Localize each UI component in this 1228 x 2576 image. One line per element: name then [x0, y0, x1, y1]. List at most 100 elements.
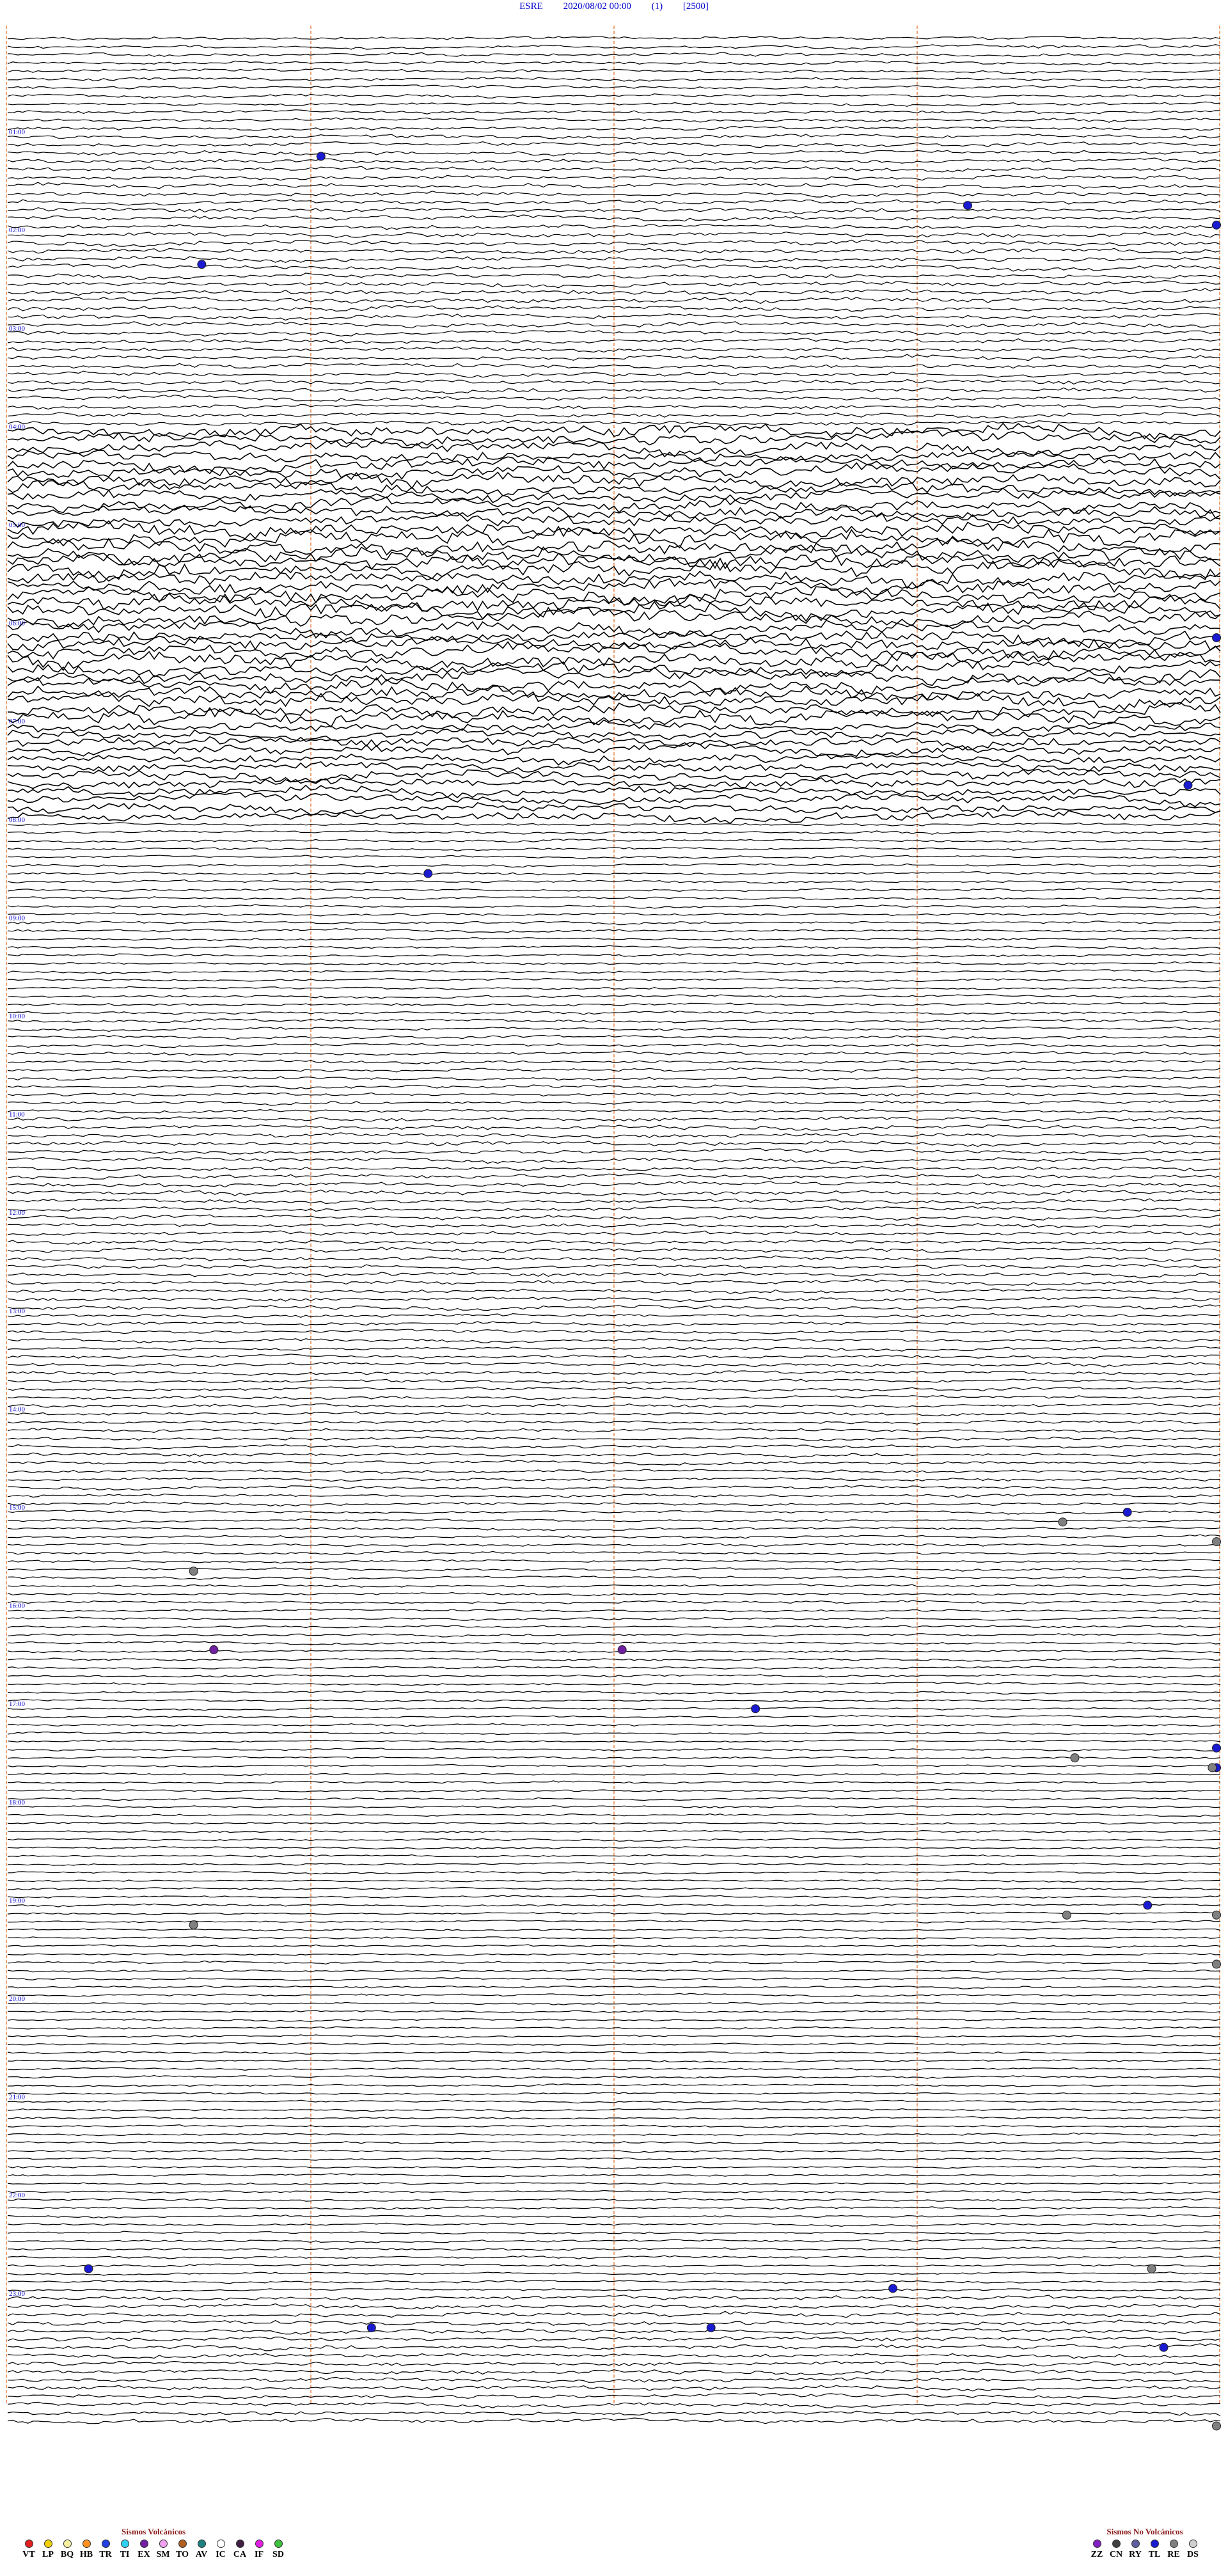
legend-item-cn: CN: [1106, 2540, 1126, 2560]
event-marker-tl: [1212, 1743, 1221, 1753]
event-marker-re: [1062, 1910, 1071, 1920]
legend-label: DS: [1187, 2550, 1199, 2559]
legend-dot: [197, 2540, 206, 2548]
legend-item-if: IF: [249, 2540, 269, 2560]
hour-label: 02:00: [9, 226, 26, 234]
event-marker-tl: [1183, 780, 1193, 790]
legend-label: TL: [1148, 2550, 1161, 2559]
event-marker-tl: [751, 1704, 760, 1714]
event-marker-re: [1212, 1959, 1221, 1969]
event-marker-ex: [617, 1645, 627, 1655]
legend-dot: [24, 2540, 33, 2548]
legend-dot: [274, 2540, 283, 2548]
legend-label: BQ: [60, 2550, 74, 2559]
legend-dot: [216, 2540, 225, 2548]
trace-row: [7, 702, 1221, 719]
legend-item-bq: BQ: [58, 2540, 77, 2560]
legend-dot: [1131, 2540, 1140, 2548]
event-marker-tl: [963, 201, 972, 210]
legend-item-sm: SM: [154, 2540, 173, 2560]
legend-volcanic: Sismos Volcánicos VT LP BQ HB TR TI EX SM TO AV IC…: [19, 2527, 288, 2560]
legend-item-ic: IC: [211, 2540, 230, 2560]
trace-row: [7, 2410, 1221, 2416]
legend-label: IC: [216, 2550, 226, 2559]
legend-item-lp: LP: [38, 2540, 58, 2560]
legend-label: LP: [42, 2550, 54, 2559]
event-marker-re: [1208, 1763, 1217, 1773]
legend-dot: [1188, 2540, 1197, 2548]
legend-item-ex: EX: [134, 2540, 154, 2560]
legend-label: HB: [79, 2550, 93, 2559]
hour-label: 21:00: [9, 2094, 26, 2101]
hour-label: 07:00: [9, 718, 26, 725]
event-marker-ex: [209, 1645, 219, 1655]
hour-label: 22:00: [9, 2192, 26, 2199]
legend-dot: [235, 2540, 244, 2548]
hour-label: 18:00: [9, 1799, 26, 1806]
legend-dot: [1092, 2540, 1101, 2548]
hour-label: 01:00: [9, 129, 26, 136]
hour-label: 09:00: [9, 914, 26, 922]
event-marker-re: [1147, 2264, 1156, 2273]
legend-dot: [120, 2540, 129, 2548]
legend-dot: [101, 2540, 110, 2548]
legend-item-tl: TL: [1145, 2540, 1164, 2560]
legend-item-to: TO: [173, 2540, 192, 2560]
legend-dot: [159, 2540, 168, 2548]
legend-item-av: AV: [192, 2540, 211, 2560]
legend-item-zz: ZZ: [1087, 2540, 1106, 2560]
hour-label: 23:00: [9, 2290, 26, 2298]
event-marker-tl: [1122, 1508, 1132, 1517]
legend-label: TR: [99, 2550, 112, 2559]
event-marker-re: [189, 1920, 198, 1930]
hour-label: 13:00: [9, 1308, 26, 1315]
trace-row: [7, 912, 1221, 917]
legend-dot: [139, 2540, 148, 2548]
event-marker-tl: [1143, 1900, 1153, 1910]
event-marker-re: [1212, 2421, 1221, 2431]
event-marker-tl: [706, 2323, 716, 2332]
event-marker-re: [1212, 1910, 1221, 1920]
hour-label: 05:00: [9, 521, 26, 529]
legend-item-re: RE: [1164, 2540, 1183, 2560]
hour-label: 15:00: [9, 1504, 26, 1512]
legend-dot: [63, 2540, 72, 2548]
legend-label: RE: [1167, 2550, 1180, 2559]
legend-label: SD: [272, 2550, 284, 2559]
hour-label: 03:00: [9, 325, 26, 333]
legend-item-ry: RY: [1126, 2540, 1145, 2560]
legend-label: AV: [195, 2550, 208, 2559]
hour-label: 16:00: [9, 1602, 26, 1610]
hour-label: 06:00: [9, 620, 26, 628]
legend-dot: [1112, 2540, 1121, 2548]
legend-dot: [178, 2540, 187, 2548]
legend-dot: [1169, 2540, 1178, 2548]
event-marker-re: [1058, 1517, 1067, 1527]
legend-item-ds: DS: [1183, 2540, 1202, 2560]
legend-label: SM: [156, 2550, 170, 2559]
legend-label: TI: [120, 2550, 130, 2559]
event-marker-tl: [1212, 633, 1221, 642]
hour-label: 11:00: [9, 1111, 25, 1119]
legend-nonvolcanic: Sismos No Volcánicos ZZ CN RY TL RE DS: [1087, 2527, 1202, 2560]
hour-label: 08:00: [9, 816, 26, 824]
helicorder-plot: 01:00 02:00 03:00 04:00 05:00 06:00 07:00 08:00…: [6, 26, 1221, 2431]
legend-label: VT: [22, 2550, 35, 2559]
hour-label: 14:00: [9, 1405, 26, 1413]
legend-item-ca: CA: [230, 2540, 249, 2560]
legend-label: CN: [1109, 2550, 1123, 2559]
event-marker-re: [1212, 1537, 1221, 1547]
trace-row: [7, 487, 1221, 503]
trace-row: [7, 593, 1221, 612]
event-marker-tl: [316, 152, 326, 161]
event-marker-tl: [84, 2264, 93, 2273]
legend-item-hb: HB: [77, 2540, 96, 2560]
event-marker-tl: [366, 2323, 376, 2332]
legend-item-tr: TR: [96, 2540, 115, 2560]
event-marker-tl: [1212, 220, 1221, 230]
legend-dot: [43, 2540, 52, 2548]
event-marker-re: [1070, 1753, 1080, 1762]
legend-item-ti: TI: [115, 2540, 134, 2560]
legend-volcanic-title: Sismos Volcánicos: [121, 2527, 186, 2536]
legend-label: IF: [255, 2550, 264, 2559]
